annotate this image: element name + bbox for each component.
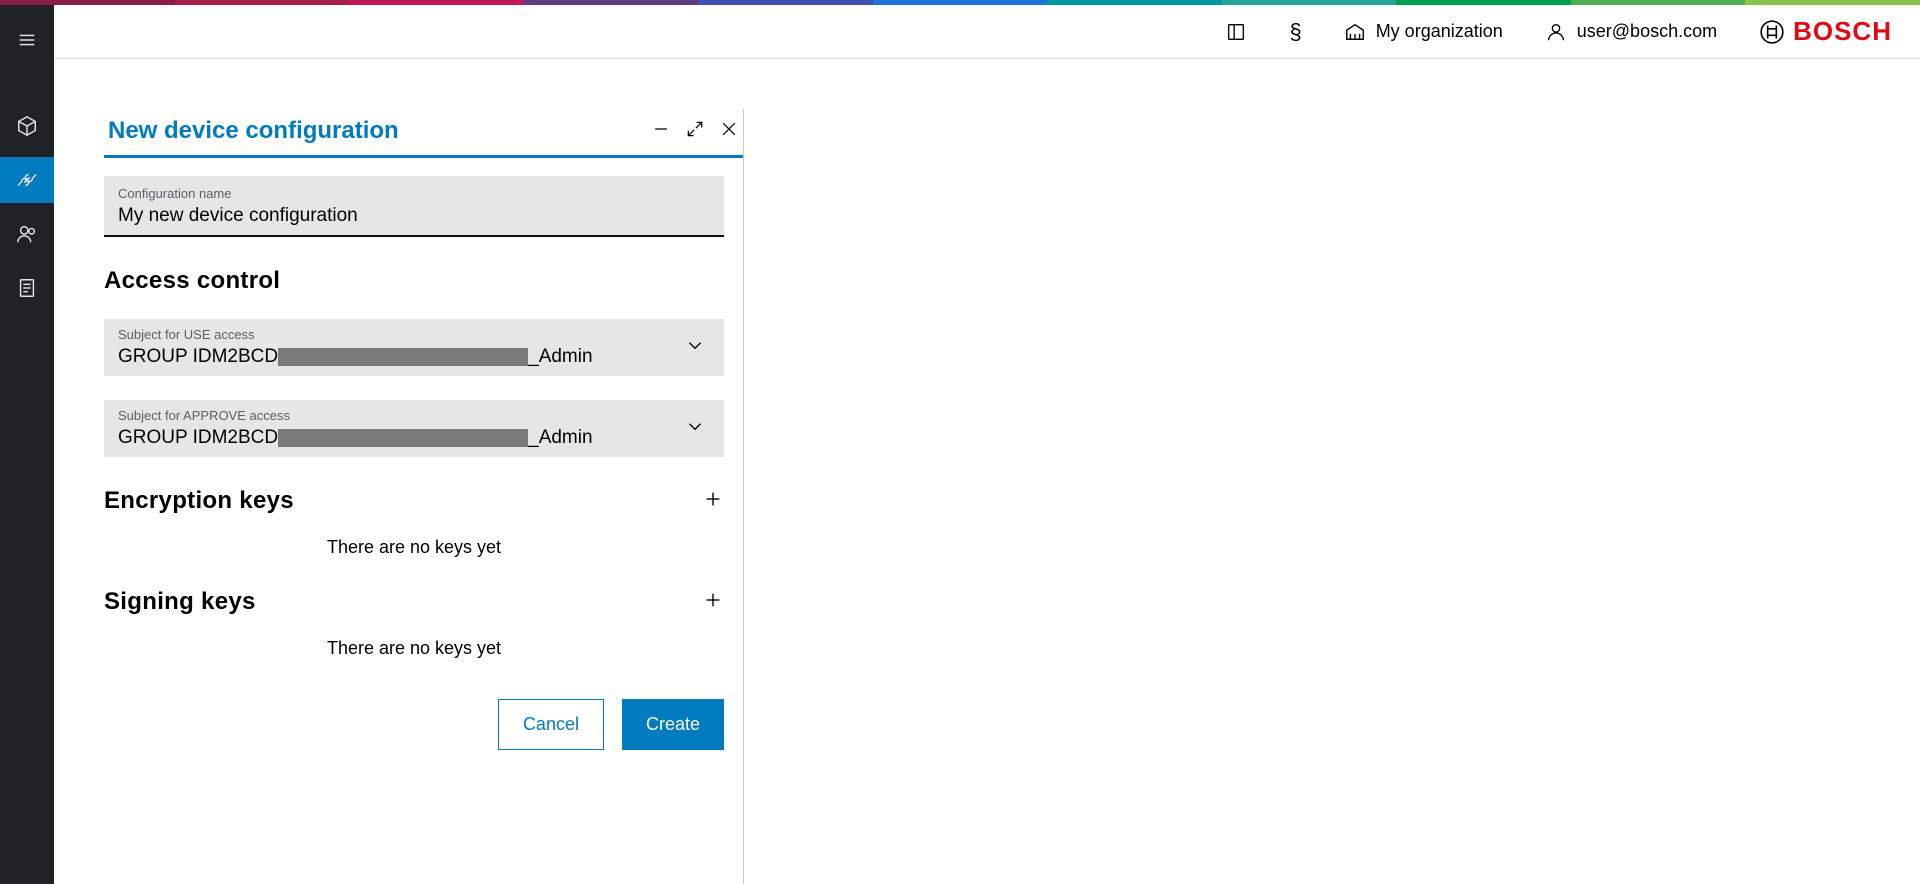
create-button[interactable]: Create [622,699,724,750]
organization-icon [1344,21,1366,43]
minimize-button[interactable] [651,119,671,144]
user-icon [1545,21,1567,43]
close-button[interactable] [719,119,739,144]
users-icon [16,223,38,245]
minimize-icon [651,119,671,139]
sidebar-item-tools[interactable] [0,157,54,203]
redacted-text [278,429,528,447]
chevron-down-icon [684,415,706,442]
topbar-org-label: My organization [1376,21,1503,42]
access-control-title: Access control [104,267,723,295]
use-access-select[interactable]: Subject for USE access GROUP IDM2BCD_Adm… [104,319,724,376]
book-icon [1225,21,1247,43]
sidebar-item-reports[interactable] [0,265,54,311]
menu-toggle-button[interactable] [0,17,54,63]
sidebar-item-devices[interactable] [0,103,54,149]
approve-access-value: GROUP IDM2BCD_Admin [118,427,593,449]
signing-keys-empty: There are no keys yet [104,638,724,659]
topbar-section-button[interactable]: § [1289,19,1301,45]
chevron-down-icon [684,334,706,361]
topbar-user-button[interactable]: user@bosch.com [1545,21,1717,43]
expand-icon [685,119,705,139]
redacted-text [278,348,528,366]
plus-icon [702,488,724,510]
panel-header: New device configuration [104,109,743,158]
content-area: New device configuration Configuration n… [54,59,1920,884]
tools-icon [16,169,38,191]
config-name-field[interactable]: Configuration name [104,176,724,237]
expand-button[interactable] [685,119,705,144]
config-name-input[interactable] [118,205,710,227]
add-encryption-key-button[interactable] [702,488,724,515]
approve-access-select[interactable]: Subject for APPROVE access GROUP IDM2BCD… [104,400,724,457]
section-icon: § [1289,19,1301,45]
use-access-label: Subject for USE access [118,327,710,342]
encryption-keys-empty: There are no keys yet [104,537,724,558]
plus-icon [702,589,724,611]
encryption-keys-title: Encryption keys [104,487,294,515]
topbar: § My organization user@bosch.com BOSCH [54,5,1920,59]
cancel-button[interactable]: Cancel [498,699,604,750]
topbar-book-button[interactable] [1225,21,1247,43]
sidebar-item-users[interactable] [0,211,54,257]
signing-keys-title: Signing keys [104,588,256,616]
document-icon [16,277,38,299]
approve-access-label: Subject for APPROVE access [118,408,710,423]
topbar-user-label: user@bosch.com [1577,21,1717,42]
add-signing-key-button[interactable] [702,589,724,616]
sidebar [0,5,54,884]
panel-title: New device configuration [108,117,399,145]
menu-icon [16,29,38,51]
bosch-logo-icon [1759,19,1785,45]
topbar-org-button[interactable]: My organization [1344,21,1503,43]
use-access-value: GROUP IDM2BCD_Admin [118,346,593,368]
close-icon [719,119,739,139]
bosch-logo: BOSCH [1759,16,1892,47]
config-name-label: Configuration name [118,186,710,201]
device-config-panel: New device configuration Configuration n… [104,109,744,884]
bosch-logo-text: BOSCH [1793,16,1892,47]
cube-icon [16,115,38,137]
